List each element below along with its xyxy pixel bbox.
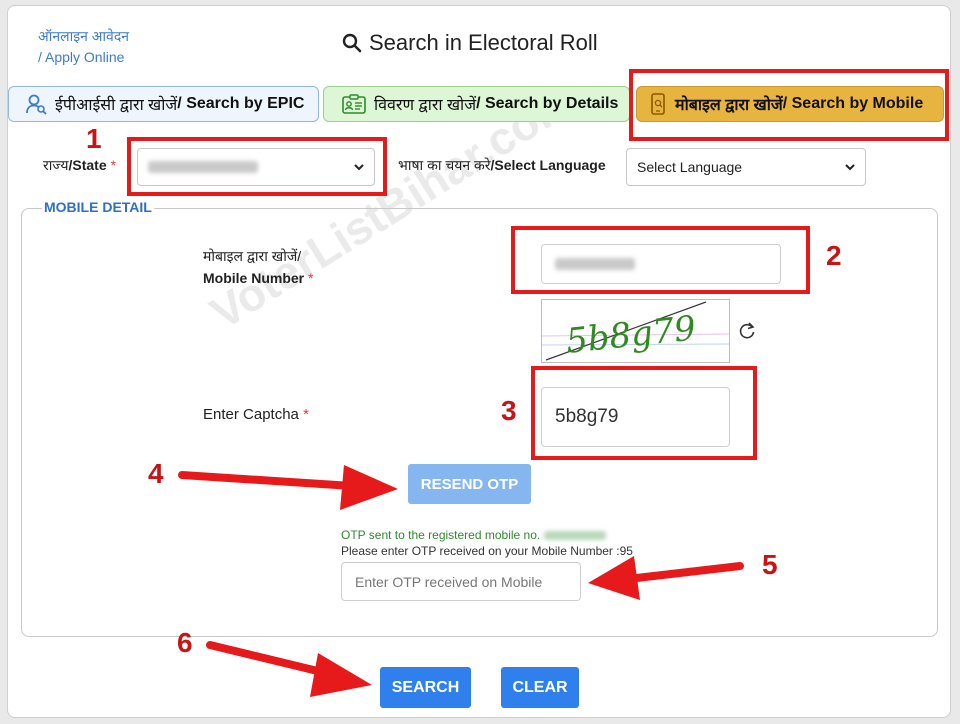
step-number-6: 6 (177, 627, 193, 658)
refresh-icon[interactable] (737, 321, 757, 341)
captcha-text: 5b8g79 (564, 308, 698, 361)
state-select[interactable] (137, 148, 375, 186)
tab-mobile-english: / Search by Mobile (782, 95, 924, 112)
mobile-number-redacted (555, 258, 635, 270)
chevron-down-icon (354, 164, 364, 171)
otp-mobile-redacted (543, 531, 606, 541)
tab-details-english: / Search by Details (476, 95, 619, 112)
otp-input[interactable]: Enter OTP received on Mobile (341, 562, 581, 601)
tab-search-by-epic[interactable]: ईपीआईसी द्वारा खोजें / Search by EPIC (8, 86, 319, 122)
mobile-label-english: Mobile Number (203, 270, 305, 286)
apply-online-hindi[interactable]: ऑनलाइन आवेदन (38, 26, 129, 47)
required-mark: * (110, 157, 116, 173)
captcha-input[interactable]: 5b8g79 (541, 387, 730, 447)
step-number-1: 1 (86, 123, 102, 154)
step-number-2: 2 (826, 240, 842, 271)
tab-epic-hindi: ईपीआईसी द्वारा खोजें (55, 97, 178, 114)
mobile-number-input[interactable] (541, 244, 781, 284)
search-button[interactable]: SEARCH (380, 667, 471, 708)
step-number-3: 3 (501, 395, 517, 426)
language-label: भाषा का चयन करे/Select Language (398, 156, 606, 175)
state-label-hindi: राज्य (43, 157, 69, 173)
user-search-icon (26, 94, 47, 115)
mobile-number-label: मोबाइल द्वारा खोजें/ Mobile Number * (203, 245, 313, 289)
captcha-label: Enter Captcha * (203, 406, 309, 423)
tab-epic-english: / Search by EPIC (177, 95, 305, 112)
language-selected-value: Select Language (637, 159, 743, 175)
id-card-icon (342, 94, 366, 114)
captcha-graphic: 5b8g79 (541, 301, 730, 362)
clear-button[interactable]: CLEAR (501, 667, 579, 708)
otp-sent-message: OTP sent to the registered mobile no. (341, 528, 606, 542)
required-mark: * (308, 270, 314, 286)
state-label: राज्य/State * (43, 156, 116, 175)
otp-sent-text: OTP sent to the registered mobile no. (341, 528, 541, 542)
captcha-input-value: 5b8g79 (555, 406, 619, 427)
tab-search-by-details[interactable]: विवरण द्वारा खोजें / Search by Details (323, 86, 630, 122)
otp-prompt: Please enter OTP received on your Mobile… (341, 544, 633, 558)
state-label-english: /State (68, 157, 107, 173)
step-number-4: 4 (148, 458, 164, 489)
mobile-detail-legend: MOBILE DETAIL (42, 199, 154, 215)
apply-online-english[interactable]: / Apply Online (38, 47, 129, 68)
captcha-image: 5b8g79 (541, 299, 730, 363)
tab-search-by-mobile[interactable]: मोबाइल द्वारा खोजें / Search by Mobile (636, 86, 944, 122)
captcha-label-text: Enter Captcha (203, 406, 299, 423)
otp-input-placeholder: Enter OTP received on Mobile (355, 573, 543, 590)
mobile-label-hindi: मोबाइल द्वारा खोजें/ (203, 248, 302, 264)
page-title: Search in Electoral Roll (342, 30, 598, 56)
apply-online-link[interactable]: ऑनलाइन आवेदन / Apply Online (38, 26, 129, 68)
tab-mobile-hindi: मोबाइल द्वारा खोजें (675, 97, 783, 114)
chevron-down-icon (845, 164, 855, 171)
tab-details-hindi: विवरण द्वारा खोजें (374, 97, 477, 114)
state-selected-value-redacted (148, 161, 258, 173)
language-label-hindi: भाषा का चयन करे (398, 157, 491, 173)
step-number-5: 5 (762, 549, 778, 580)
resend-otp-button[interactable]: RESEND OTP (408, 464, 531, 504)
page-title-text: Search in Electoral Roll (369, 30, 598, 55)
language-label-english: /Select Language (490, 157, 606, 173)
language-select[interactable]: Select Language (626, 148, 866, 186)
mobile-phone-icon (651, 93, 665, 115)
required-mark: * (303, 406, 309, 423)
search-icon (342, 33, 362, 53)
